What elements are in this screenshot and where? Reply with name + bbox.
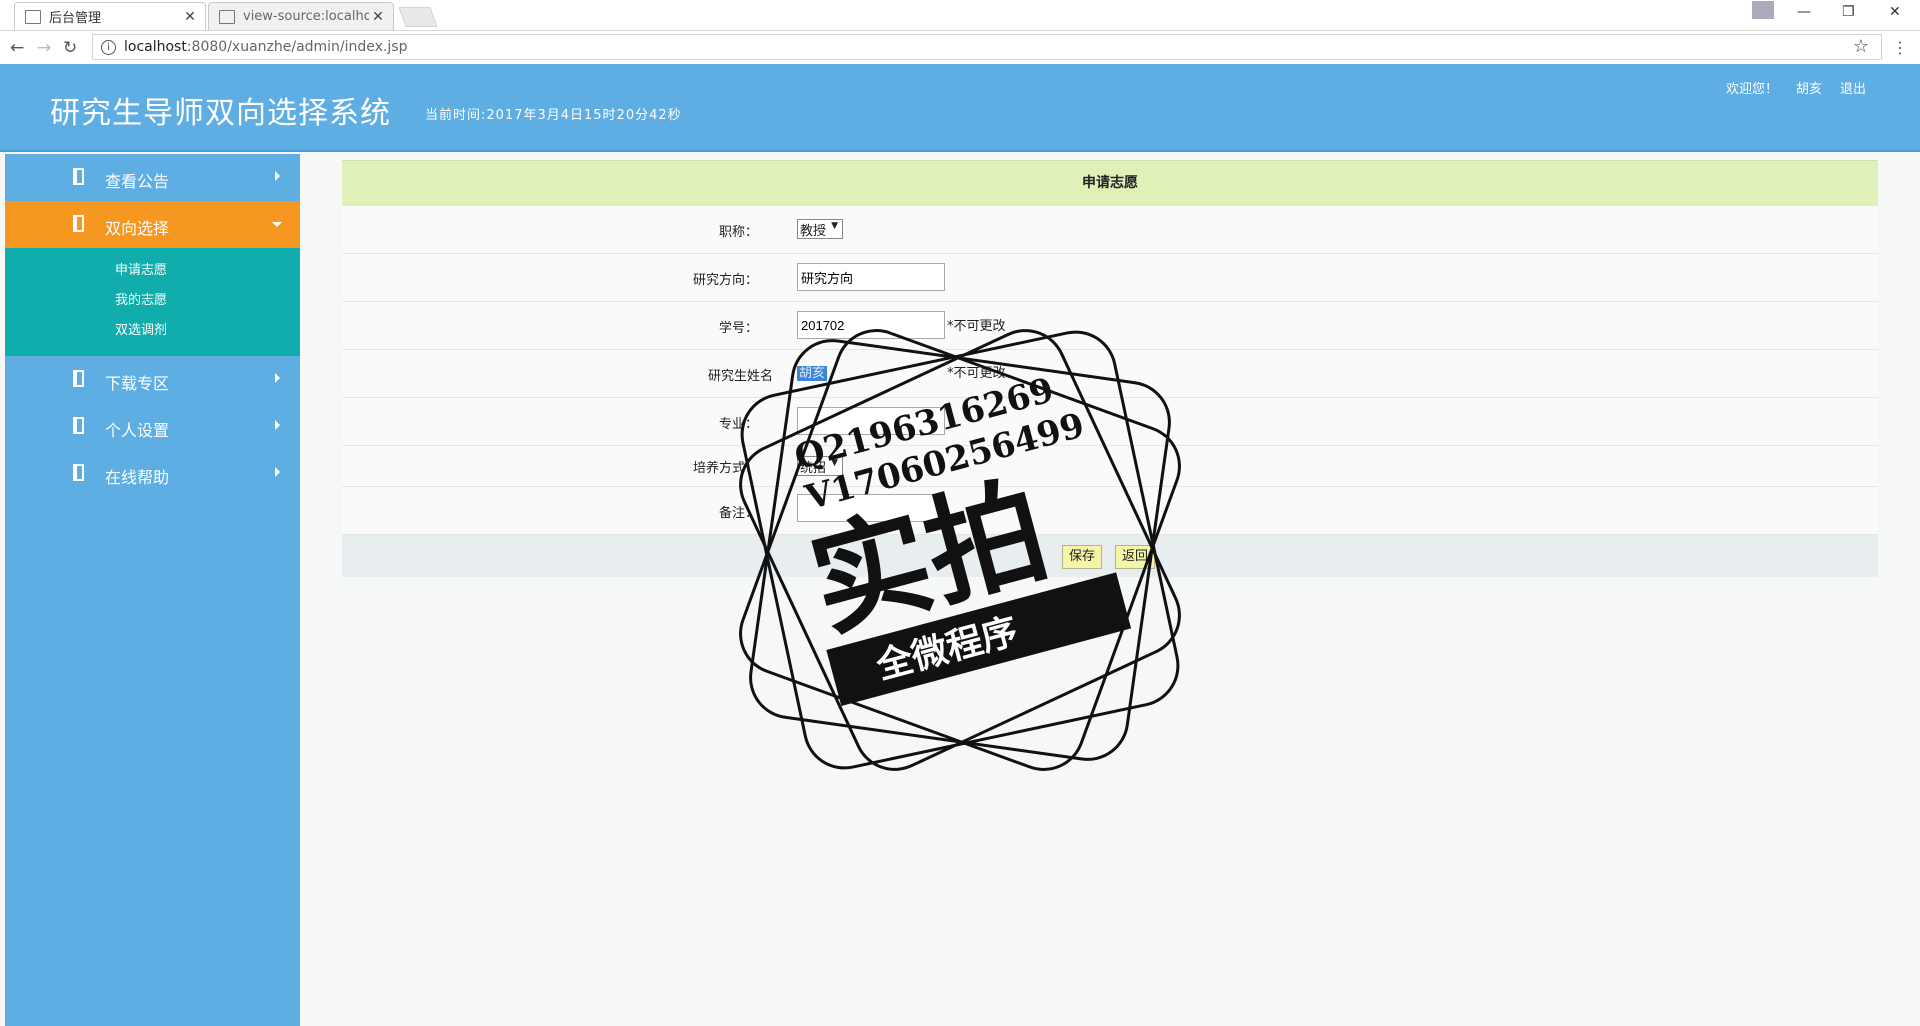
chevron-down-icon bbox=[272, 222, 282, 227]
student-name-value: 胡亥 bbox=[797, 366, 828, 381]
back-icon[interactable]: ← bbox=[10, 38, 24, 58]
sidebar-item-two-way-selection[interactable]: 双向选择 bbox=[5, 201, 300, 248]
user-name-link[interactable]: 胡亥 bbox=[1796, 78, 1822, 97]
field-label: 专业： bbox=[718, 417, 758, 432]
student-name-input[interactable]: 胡亥 bbox=[797, 362, 945, 381]
field-label: 培养方式： bbox=[692, 461, 758, 476]
current-time: 当前时间:2017年3月4日15时20分42秒 bbox=[425, 108, 682, 123]
sidebar-item-label: 查看公告 bbox=[105, 172, 170, 191]
sidebar: 查看公告 双向选择 申请志愿 我的志愿 双选调剂 下载专区 个人设置 在线帮助 bbox=[5, 154, 300, 1026]
sidebar-item-help[interactable]: 在线帮助 bbox=[5, 450, 300, 497]
save-button[interactable]: 保存 bbox=[1062, 545, 1103, 569]
watermark-banner-text: 全微程序 bbox=[871, 610, 1022, 688]
new-tab-button[interactable] bbox=[398, 7, 438, 27]
tab-label: view-source:localhost:8 bbox=[243, 9, 369, 24]
close-icon[interactable]: ✕ bbox=[181, 9, 199, 25]
select-value: 教授 bbox=[800, 224, 827, 239]
welcome-text: 欢迎您！ bbox=[1725, 82, 1778, 97]
chevron-right-icon bbox=[275, 420, 280, 430]
sidebar-item-label: 下载专区 bbox=[105, 374, 170, 393]
page-icon bbox=[219, 9, 235, 24]
field-label: 学号： bbox=[718, 321, 758, 336]
form-row-student-name: 研究生姓名 胡亥 *不可更改 bbox=[342, 350, 1878, 398]
book-icon bbox=[73, 464, 84, 481]
browser-tab-bar: 后台管理 ✕ view-source:localhost:8 ✕ — ❐ ✕ bbox=[0, 0, 1920, 31]
window-close-icon[interactable]: ✕ bbox=[1889, 4, 1901, 20]
readonly-note: *不可更改 bbox=[947, 366, 1006, 381]
submenu-my-wishes[interactable]: 我的志愿 bbox=[5, 286, 300, 316]
forward-icon[interactable]: → bbox=[37, 38, 51, 58]
bookmark-star-icon[interactable]: ☆ bbox=[1853, 36, 1869, 57]
book-icon bbox=[73, 370, 84, 387]
form-row-training: 培养方式： 统招 ▼ bbox=[342, 446, 1878, 487]
field-label: 研究生姓名 bbox=[707, 369, 773, 384]
form-title: 申请志愿 bbox=[342, 160, 1878, 206]
submenu-adjust[interactable]: 双选调剂 bbox=[5, 316, 300, 346]
field-label: 职称： bbox=[718, 225, 758, 240]
form-row-major: 专业： bbox=[342, 398, 1878, 446]
dropdown-caret-icon: ▼ bbox=[831, 221, 839, 231]
tab-label: 后台管理 bbox=[49, 11, 102, 26]
address-bar: ← → ↻ i localhost:8080/xuanzhe/admin/ind… bbox=[0, 31, 1920, 65]
sidebar-item-label: 在线帮助 bbox=[105, 468, 170, 487]
sidebar-item-downloads[interactable]: 下载专区 bbox=[5, 356, 300, 403]
field-label: 研究方向： bbox=[692, 273, 758, 288]
dropdown-caret-icon: ▼ bbox=[831, 458, 839, 468]
select-value: 统招 bbox=[800, 461, 827, 476]
browser-tab-active[interactable]: 后台管理 ✕ bbox=[14, 2, 206, 30]
info-icon[interactable]: i bbox=[101, 39, 116, 55]
form-row-title: 职称： 教授 ▼ bbox=[342, 206, 1878, 254]
title-select[interactable]: 教授 ▼ bbox=[797, 219, 844, 239]
submenu-apply[interactable]: 申请志愿 bbox=[5, 256, 300, 286]
restore-icon[interactable]: ❐ bbox=[1842, 4, 1855, 20]
book-icon bbox=[73, 215, 84, 232]
sidebar-submenu: 申请志愿 我的志愿 双选调剂 bbox=[5, 248, 300, 356]
browser-tab-inactive[interactable]: view-source:localhost:8 ✕ bbox=[208, 2, 394, 30]
student-id-input[interactable] bbox=[797, 311, 945, 339]
training-select[interactable]: 统招 ▼ bbox=[797, 456, 844, 476]
header-links: 欢迎您！ 胡亥 退出 bbox=[1726, 78, 1866, 97]
chevron-right-icon bbox=[275, 171, 280, 181]
field-label: 备注： bbox=[718, 506, 758, 521]
close-icon[interactable]: ✕ bbox=[369, 9, 387, 25]
sidebar-item-label: 双向选择 bbox=[105, 219, 170, 238]
menu-icon[interactable]: ⋮ bbox=[1892, 38, 1908, 57]
reload-icon[interactable]: ↻ bbox=[63, 38, 77, 58]
url-field[interactable]: i localhost:8080/xuanzhe/admin/index.jsp… bbox=[92, 34, 1882, 60]
chevron-right-icon bbox=[275, 373, 280, 383]
url-host: localhost bbox=[124, 39, 187, 55]
app-header: 研究生导师双向选择系统 当前时间:2017年3月4日15时20分42秒 欢迎您！… bbox=[0, 64, 1920, 152]
form-button-row: 保存 返回 bbox=[342, 535, 1878, 577]
direction-input[interactable] bbox=[797, 263, 945, 291]
watermark-banner bbox=[826, 572, 1132, 707]
readonly-note: *不可更改 bbox=[947, 318, 1006, 334]
logout-link[interactable]: 退出 bbox=[1840, 78, 1866, 97]
app-title: 研究生导师双向选择系统 bbox=[50, 96, 391, 131]
sidebar-item-settings[interactable]: 个人设置 bbox=[5, 403, 300, 450]
minimize-icon[interactable]: — bbox=[1797, 4, 1811, 20]
chevron-right-icon bbox=[275, 467, 280, 477]
remark-input[interactable] bbox=[797, 494, 945, 522]
page-icon bbox=[25, 9, 41, 24]
apply-form-panel: 申请志愿 职称： 教授 ▼ 研究方向： 学号： *不可更改 研究生姓名 胡亥 *不可… bbox=[342, 160, 1878, 577]
back-button[interactable]: 返回 bbox=[1115, 545, 1156, 569]
book-icon bbox=[73, 168, 84, 185]
sidebar-item-announcements[interactable]: 查看公告 bbox=[5, 154, 300, 201]
form-row-student-id: 学号： *不可更改 bbox=[342, 302, 1878, 350]
sidebar-item-label: 个人设置 bbox=[105, 421, 170, 440]
form-row-direction: 研究方向： bbox=[342, 254, 1878, 302]
form-row-remark: 备注： bbox=[342, 487, 1878, 535]
book-icon bbox=[73, 417, 84, 434]
profile-icon[interactable] bbox=[1752, 1, 1774, 19]
url-path: :8080/xuanzhe/admin/index.jsp bbox=[186, 39, 408, 55]
major-input[interactable] bbox=[797, 407, 945, 435]
